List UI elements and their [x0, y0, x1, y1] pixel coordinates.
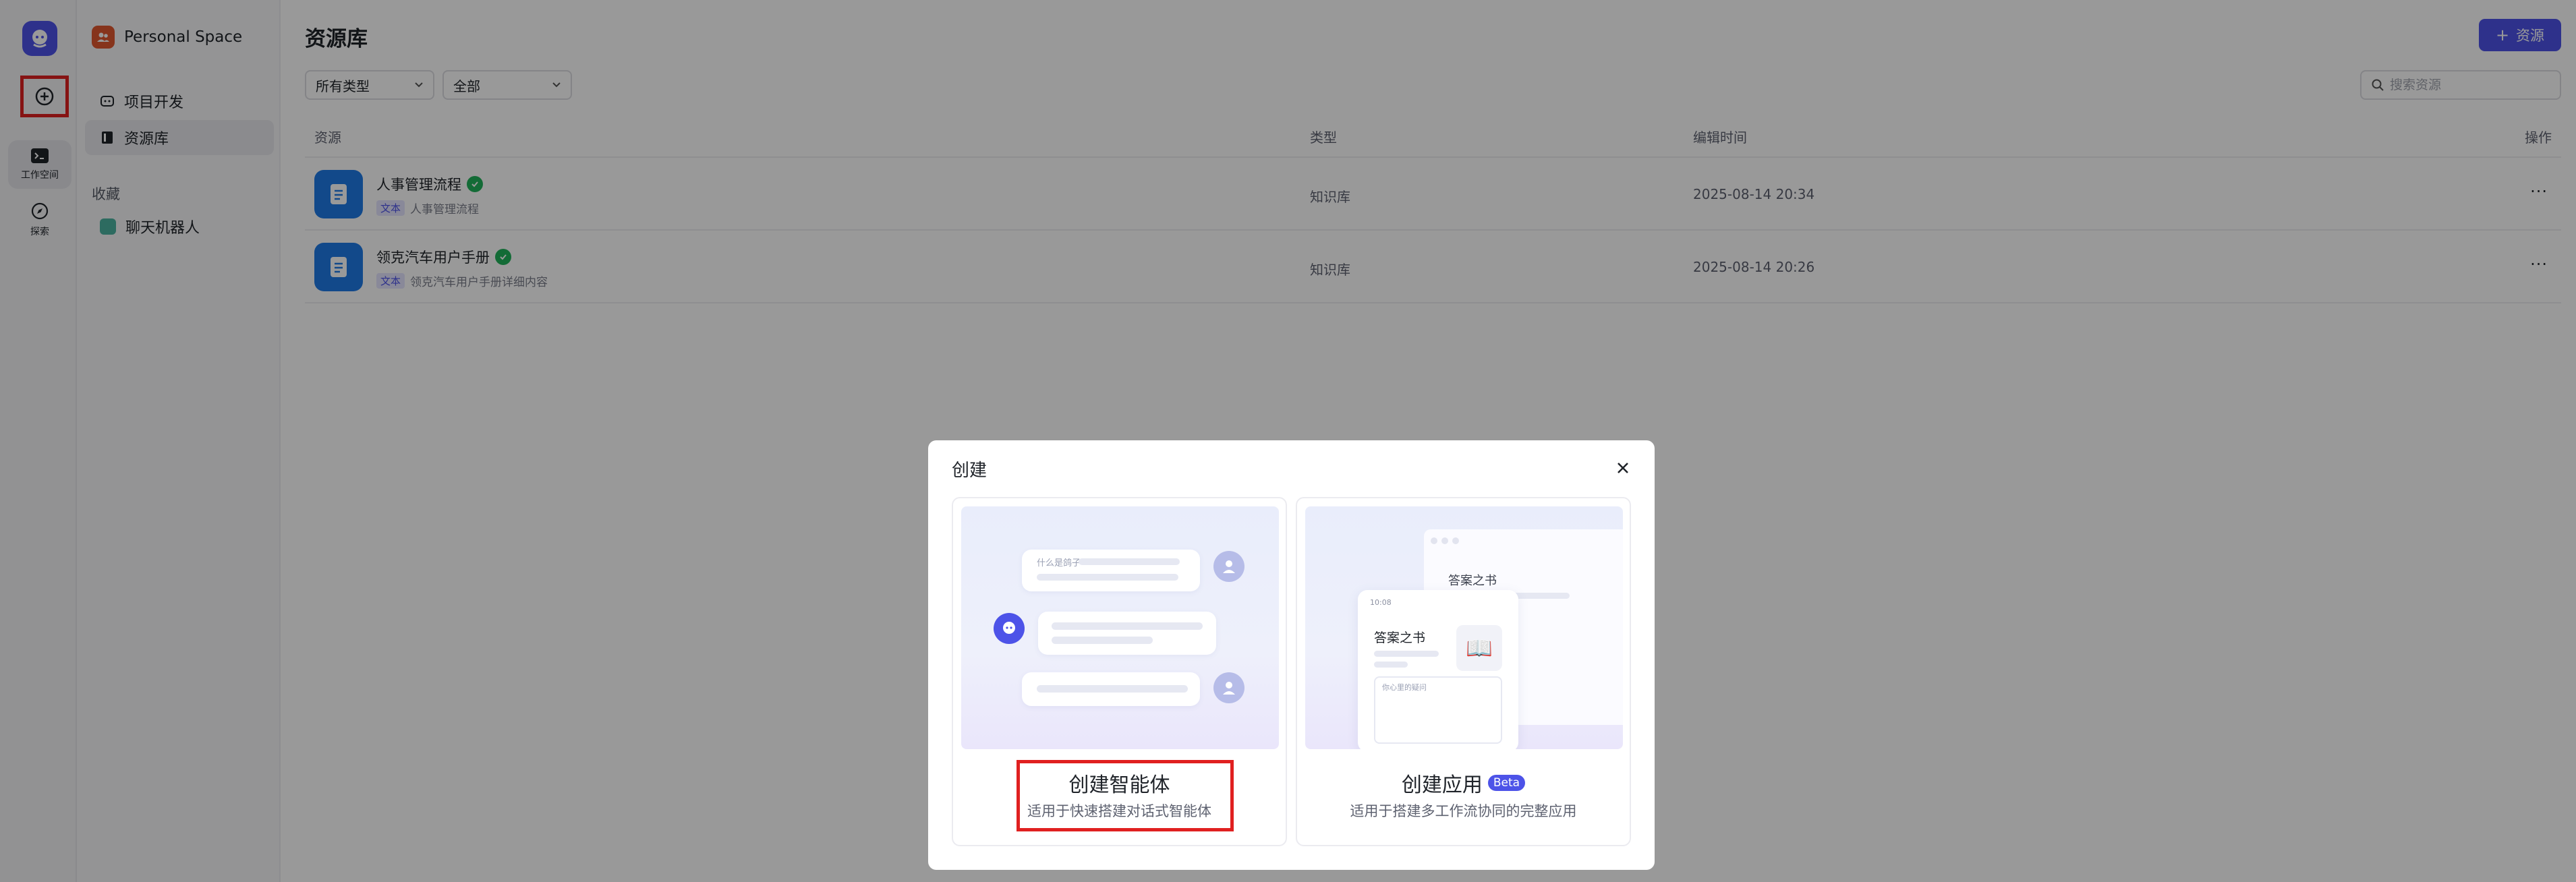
create-app-card[interactable]: 答案之书 10:08 答案之书 📖 你心里的疑问 创建应用 Beta 适用于搭建…	[1296, 497, 1631, 846]
app-illustration: 答案之书 10:08 答案之书 📖 你心里的疑问	[1305, 506, 1623, 749]
beta-badge: Beta	[1487, 775, 1526, 791]
phone-input-hint: 你心里的疑问	[1382, 683, 1427, 692]
chat-bubble-user-2	[1022, 672, 1200, 706]
user-avatar-icon	[1213, 672, 1244, 703]
create-app-title-text: 创建应用	[1401, 773, 1483, 797]
book-icon: 📖	[1456, 625, 1502, 671]
modal-title: 创建	[952, 461, 988, 481]
highlight-box	[1017, 760, 1234, 831]
bot-avatar-icon	[994, 613, 1025, 644]
create-agent-card[interactable]: 什么是鸽子 创建智能体 适用于快速搭建对话式智能体	[952, 497, 1287, 846]
chat-bubble-text: 什么是鸽子	[1037, 558, 1081, 568]
phone-time: 10:08	[1370, 598, 1392, 607]
app-phone-title: 答案之书	[1374, 630, 1426, 645]
app-phone-mock: 10:08 答案之书 📖 你心里的疑问	[1358, 590, 1518, 749]
user-avatar-icon	[1213, 551, 1244, 582]
create-modal: 创建 什么是鸽子 创建智能体 适用于快速搭建对话式智能体 答案之书 10:08 …	[928, 440, 1655, 870]
close-icon[interactable]	[1613, 458, 1633, 478]
create-app-desc: 适用于搭建多工作流协同的完整应用	[1350, 803, 1577, 819]
chat-bubble-bot	[1038, 612, 1216, 655]
create-app-title: 创建应用 Beta	[1297, 768, 1630, 798]
chat-bubble-user: 什么是鸽子	[1022, 550, 1200, 591]
app-window-title: 答案之书	[1448, 574, 1497, 588]
agent-illustration: 什么是鸽子	[961, 506, 1279, 749]
